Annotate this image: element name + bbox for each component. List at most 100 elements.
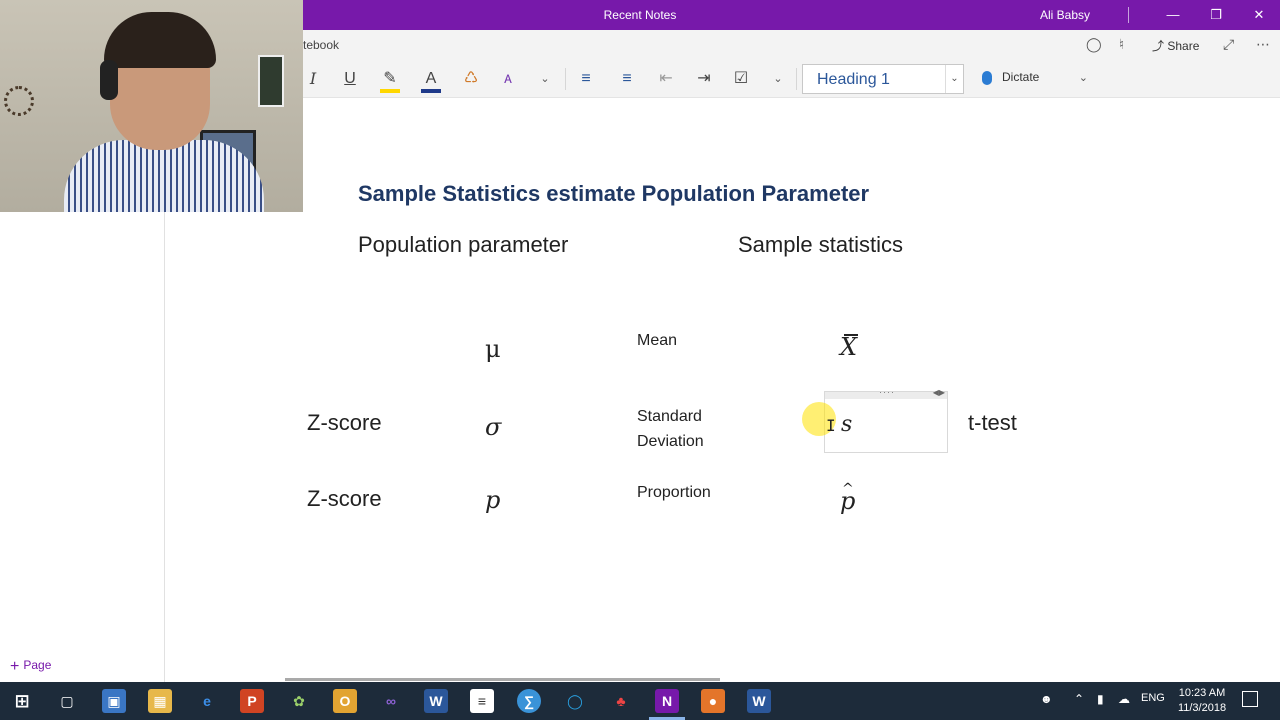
- wall-clock: [4, 86, 34, 116]
- notepad-icon[interactable]: ≡: [470, 689, 494, 713]
- container-drag-handle[interactable]: ···· ◀▶: [825, 387, 947, 399]
- add-page-button[interactable]: + Page: [10, 658, 51, 676]
- clear-formatting-icon[interactable]: ᴀ: [497, 69, 519, 89]
- clock-time: 10:23 AM: [1178, 687, 1226, 699]
- people-icon[interactable]: ☻: [1040, 692, 1053, 706]
- page-list-pane: [0, 212, 165, 682]
- highlight-button[interactable]: ✎: [379, 69, 401, 93]
- ribbon-separator: [565, 68, 566, 90]
- add-page-label: Page: [23, 658, 52, 672]
- page-title[interactable]: Sample Statistics estimate Population Pa…: [358, 181, 869, 207]
- chevron-down-icon[interactable]: ⌄: [767, 69, 789, 89]
- chevron-up-icon[interactable]: ⌃: [1074, 692, 1084, 706]
- standard-label[interactable]: Standard: [637, 404, 702, 429]
- user-name[interactable]: Ali Babsy: [1040, 8, 1090, 22]
- battery-icon[interactable]: ▮: [1097, 692, 1104, 706]
- resize-arrows-icon[interactable]: ◀▶: [933, 388, 945, 397]
- chevron-down-icon[interactable]: ⌄: [945, 65, 963, 93]
- recorder-icon[interactable]: ●: [701, 689, 725, 713]
- popcorn-icon[interactable]: ♣: [609, 689, 633, 713]
- highlight-color-swatch: [380, 89, 400, 93]
- expand-icon[interactable]: ⤢: [1223, 36, 1234, 53]
- onedrive-icon[interactable]: ☁: [1118, 692, 1130, 706]
- store-icon[interactable]: ▣: [102, 689, 126, 713]
- italic-button[interactable]: I: [302, 69, 324, 89]
- webcam-overlay: [0, 0, 303, 212]
- styles-dropdown[interactable]: Heading 1 ⌄: [802, 64, 964, 94]
- minimize-button[interactable]: —: [1150, 0, 1196, 30]
- deviation-label[interactable]: Deviation: [637, 429, 704, 454]
- font-color-icon: A: [425, 70, 437, 87]
- text-cursor-icon: I: [826, 416, 836, 435]
- todo-checkbox-icon[interactable]: ☑: [730, 69, 752, 89]
- file-explorer-icon[interactable]: ▦: [148, 689, 172, 713]
- ribbon-separator: [796, 68, 797, 90]
- notification-icon[interactable]: [1242, 691, 1258, 707]
- share-button[interactable]: ⤴ Share: [1152, 37, 1199, 54]
- sample-statistics-heading[interactable]: Sample statistics: [738, 232, 903, 258]
- z-score-label[interactable]: Z-score: [307, 410, 382, 436]
- edge-icon[interactable]: e: [195, 689, 219, 713]
- s-symbol[interactable]: s: [841, 412, 852, 437]
- onenote-icon[interactable]: N: [655, 689, 679, 713]
- headset: [100, 60, 118, 100]
- mean-label[interactable]: Mean: [637, 328, 677, 353]
- sigma-symbol[interactable]: σ: [485, 413, 501, 441]
- font-color-swatch: [421, 89, 441, 93]
- style-value: Heading 1: [817, 71, 890, 88]
- mu-symbol[interactable]: μ: [485, 335, 501, 363]
- presenter-shirt: [64, 140, 264, 212]
- powerpoint-icon[interactable]: P: [240, 689, 264, 713]
- numbering-icon[interactable]: ≡: [616, 69, 638, 89]
- lightbulb-icon[interactable]: ◯: [1086, 36, 1102, 53]
- chevron-down-icon[interactable]: ⌄: [534, 69, 556, 89]
- grip-dots-icon: ····: [879, 387, 895, 397]
- outlook-icon[interactable]: O: [333, 689, 357, 713]
- language-indicator[interactable]: ENG: [1141, 692, 1165, 704]
- p-hat-symbol[interactable]: ^ p: [840, 481, 855, 515]
- chevron-down-icon[interactable]: ⌄: [1079, 72, 1088, 84]
- z-score-label[interactable]: Z-score: [307, 486, 382, 512]
- more-icon[interactable]: ⋯: [1256, 36, 1270, 53]
- windows-taskbar: ⊞ ▢ ▣ ▦ e P ✿ O ∞ W ≡ ∑ ◯ ♣ N ● W ☻ ⌃ ▮ …: [0, 682, 1280, 720]
- share-icon: ⤴: [1152, 39, 1168, 53]
- p-symbol[interactable]: p: [485, 486, 500, 514]
- bullets-icon[interactable]: ≡: [575, 69, 597, 89]
- x-letter: X: [840, 333, 858, 361]
- bell-icon[interactable]: ♮: [1119, 36, 1124, 53]
- format-painter-icon[interactable]: ♺: [460, 69, 482, 89]
- windows-start-icon[interactable]: ⊞: [10, 689, 34, 713]
- task-view-icon[interactable]: ▢: [55, 689, 79, 713]
- horizontal-scrollbar[interactable]: [285, 678, 720, 681]
- share-label: Share: [1167, 39, 1200, 53]
- calculator-icon[interactable]: ∑: [517, 689, 541, 713]
- dictate-button[interactable]: Dictate ⌄: [982, 70, 1088, 85]
- hat-accent: ^: [842, 481, 854, 497]
- overline-bar: [844, 334, 858, 336]
- microphone-icon: [982, 70, 992, 85]
- clock-date: 11/3/2018: [1177, 702, 1227, 714]
- underline-button[interactable]: U: [339, 69, 361, 89]
- population-parameter-heading[interactable]: Population parameter: [358, 232, 568, 258]
- indent-icon[interactable]: ⇥: [693, 69, 715, 89]
- restore-button[interactable]: ❐: [1193, 0, 1239, 30]
- visual-studio-icon[interactable]: ∞: [379, 689, 403, 713]
- x-bar-symbol[interactable]: X: [840, 333, 858, 361]
- word-icon[interactable]: W: [424, 689, 448, 713]
- highlighter-icon: ✎: [383, 70, 397, 87]
- font-color-button[interactable]: A: [420, 69, 442, 93]
- onenote-window: Recent Notes Ali Babsy — ❐ ✕ tebook ◯ ♮ …: [0, 0, 1280, 720]
- wall-picture: [258, 55, 284, 107]
- t-test-label[interactable]: t-test: [968, 410, 1017, 436]
- close-button[interactable]: ✕: [1236, 0, 1280, 30]
- proportion-label[interactable]: Proportion: [637, 480, 711, 505]
- plus-icon: +: [10, 658, 20, 675]
- chrome-icon[interactable]: ◯: [563, 689, 587, 713]
- taskbar-clock[interactable]: 10:23 AM 11/3/2018: [1172, 686, 1232, 716]
- outdent-icon[interactable]: ⇤: [655, 69, 677, 89]
- word-icon[interactable]: W: [747, 689, 771, 713]
- note-container[interactable]: ···· ◀▶ s: [824, 387, 948, 453]
- paint-icon[interactable]: ✿: [287, 689, 311, 713]
- notebook-name[interactable]: tebook: [303, 38, 339, 52]
- title-separator: [1128, 7, 1129, 23]
